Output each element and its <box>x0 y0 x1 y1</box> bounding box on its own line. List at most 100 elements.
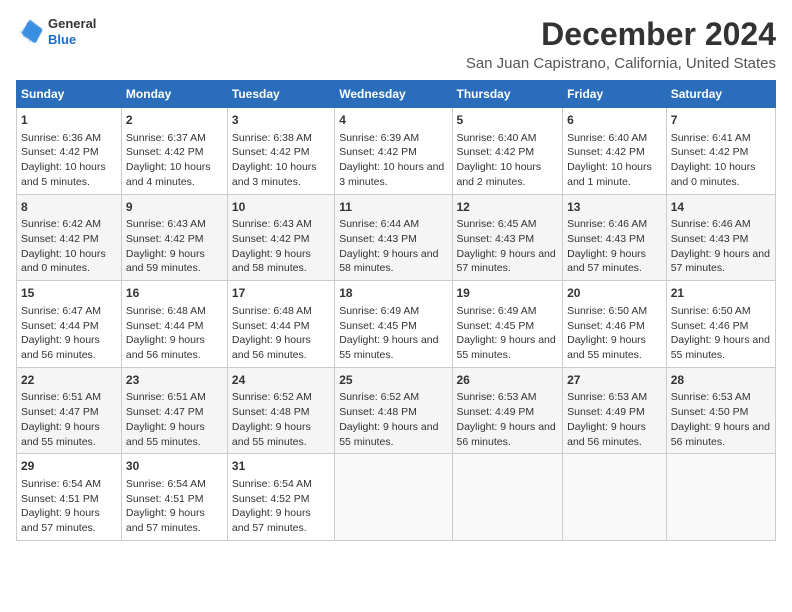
day-number: 30 <box>126 458 223 475</box>
day-number: 15 <box>21 285 117 302</box>
calendar-cell <box>335 454 452 541</box>
day-number: 17 <box>232 285 330 302</box>
day-number: 20 <box>567 285 662 302</box>
calendar-cell: 2Sunrise: 6:37 AMSunset: 4:42 PMDaylight… <box>121 108 227 195</box>
cell-info: Sunrise: 6:53 AM <box>671 390 771 405</box>
day-number: 9 <box>126 199 223 216</box>
calendar-cell: 31Sunrise: 6:54 AMSunset: 4:52 PMDayligh… <box>227 454 334 541</box>
day-number: 22 <box>21 372 117 389</box>
main-title: December 2024 <box>466 16 776 53</box>
col-header-wednesday: Wednesday <box>335 81 452 108</box>
cell-info: Sunset: 4:51 PM <box>21 492 117 507</box>
cell-info: Daylight: 9 hours and 55 minutes. <box>21 420 117 449</box>
cell-info: Sunrise: 6:43 AM <box>232 217 330 232</box>
calendar-cell: 11Sunrise: 6:44 AMSunset: 4:43 PMDayligh… <box>335 194 452 281</box>
cell-info: Sunrise: 6:50 AM <box>671 304 771 319</box>
subtitle: San Juan Capistrano, California, United … <box>466 55 776 72</box>
cell-info: Sunset: 4:44 PM <box>21 319 117 334</box>
calendar-cell: 12Sunrise: 6:45 AMSunset: 4:43 PMDayligh… <box>452 194 563 281</box>
cell-info: Daylight: 9 hours and 58 minutes. <box>339 247 447 276</box>
calendar-cell: 26Sunrise: 6:53 AMSunset: 4:49 PMDayligh… <box>452 367 563 454</box>
day-number: 10 <box>232 199 330 216</box>
cell-info: Sunset: 4:42 PM <box>21 145 117 160</box>
cell-info: Sunset: 4:42 PM <box>671 145 771 160</box>
day-number: 24 <box>232 372 330 389</box>
calendar-cell: 5Sunrise: 6:40 AMSunset: 4:42 PMDaylight… <box>452 108 563 195</box>
calendar-cell: 7Sunrise: 6:41 AMSunset: 4:42 PMDaylight… <box>666 108 775 195</box>
calendar-cell: 4Sunrise: 6:39 AMSunset: 4:42 PMDaylight… <box>335 108 452 195</box>
cell-info: Sunrise: 6:40 AM <box>567 131 662 146</box>
cell-info: Sunrise: 6:52 AM <box>339 390 447 405</box>
logo-text: General Blue <box>48 16 96 47</box>
cell-info: Sunset: 4:52 PM <box>232 492 330 507</box>
cell-info: Sunrise: 6:44 AM <box>339 217 447 232</box>
cell-info: Sunrise: 6:37 AM <box>126 131 223 146</box>
cell-info: Sunrise: 6:47 AM <box>21 304 117 319</box>
col-header-saturday: Saturday <box>666 81 775 108</box>
cell-info: Sunset: 4:42 PM <box>126 232 223 247</box>
calendar-cell: 18Sunrise: 6:49 AMSunset: 4:45 PMDayligh… <box>335 281 452 368</box>
day-number: 7 <box>671 112 771 129</box>
calendar-cell: 9Sunrise: 6:43 AMSunset: 4:42 PMDaylight… <box>121 194 227 281</box>
cell-info: Daylight: 9 hours and 57 minutes. <box>567 247 662 276</box>
logo-line2: Blue <box>48 32 76 47</box>
title-section: December 2024 San Juan Capistrano, Calif… <box>466 16 776 72</box>
cell-info: Sunset: 4:48 PM <box>232 405 330 420</box>
cell-info: Sunrise: 6:53 AM <box>567 390 662 405</box>
calendar-cell: 8Sunrise: 6:42 AMSunset: 4:42 PMDaylight… <box>17 194 122 281</box>
page-header: General Blue December 2024 San Juan Capi… <box>16 16 776 72</box>
day-number: 12 <box>457 199 559 216</box>
day-number: 11 <box>339 199 447 216</box>
cell-info: Sunset: 4:43 PM <box>567 232 662 247</box>
cell-info: Daylight: 10 hours and 4 minutes. <box>126 160 223 189</box>
logo: General Blue <box>16 16 96 47</box>
cell-info: Sunrise: 6:50 AM <box>567 304 662 319</box>
day-number: 8 <box>21 199 117 216</box>
day-number: 16 <box>126 285 223 302</box>
col-header-monday: Monday <box>121 81 227 108</box>
cell-info: Sunset: 4:45 PM <box>339 319 447 334</box>
calendar-cell: 15Sunrise: 6:47 AMSunset: 4:44 PMDayligh… <box>17 281 122 368</box>
calendar-cell <box>563 454 667 541</box>
cell-info: Daylight: 10 hours and 3 minutes. <box>339 160 447 189</box>
calendar-cell: 10Sunrise: 6:43 AMSunset: 4:42 PMDayligh… <box>227 194 334 281</box>
day-number: 14 <box>671 199 771 216</box>
cell-info: Sunrise: 6:41 AM <box>671 131 771 146</box>
day-number: 4 <box>339 112 447 129</box>
col-header-tuesday: Tuesday <box>227 81 334 108</box>
cell-info: Sunrise: 6:52 AM <box>232 390 330 405</box>
cell-info: Sunrise: 6:54 AM <box>21 477 117 492</box>
calendar-cell: 19Sunrise: 6:49 AMSunset: 4:45 PMDayligh… <box>452 281 563 368</box>
day-number: 2 <box>126 112 223 129</box>
cell-info: Sunrise: 6:46 AM <box>671 217 771 232</box>
day-number: 25 <box>339 372 447 389</box>
day-number: 23 <box>126 372 223 389</box>
calendar-table: SundayMondayTuesdayWednesdayThursdayFrid… <box>16 80 776 541</box>
cell-info: Daylight: 9 hours and 55 minutes. <box>126 420 223 449</box>
cell-info: Sunset: 4:46 PM <box>567 319 662 334</box>
cell-info: Daylight: 9 hours and 56 minutes. <box>232 333 330 362</box>
calendar-cell: 29 Sunrise: 6:54 AMSunset: 4:51 PMDayligh… <box>17 454 122 541</box>
calendar-cell <box>452 454 563 541</box>
cell-info: Sunset: 4:42 PM <box>232 145 330 160</box>
cell-info: Sunset: 4:42 PM <box>21 232 117 247</box>
calendar-cell: 16Sunrise: 6:48 AMSunset: 4:44 PMDayligh… <box>121 281 227 368</box>
day-number: 29 <box>21 458 117 475</box>
cell-info: Sunrise: 6:54 AM <box>232 477 330 492</box>
cell-info: Sunrise: 6:36 AM <box>21 131 117 146</box>
cell-info: Daylight: 9 hours and 55 minutes. <box>457 333 559 362</box>
cell-info: Sunrise: 6:49 AM <box>457 304 559 319</box>
cell-info: Sunset: 4:50 PM <box>671 405 771 420</box>
calendar-cell <box>666 454 775 541</box>
cell-info: Daylight: 10 hours and 0 minutes. <box>21 247 117 276</box>
cell-info: Sunset: 4:43 PM <box>457 232 559 247</box>
cell-info: Daylight: 9 hours and 57 minutes. <box>21 506 117 535</box>
cell-info: Sunset: 4:42 PM <box>457 145 559 160</box>
day-number: 5 <box>457 112 559 129</box>
cell-info: Daylight: 9 hours and 59 minutes. <box>126 247 223 276</box>
cell-info: Sunset: 4:42 PM <box>339 145 447 160</box>
cell-info: Daylight: 9 hours and 55 minutes. <box>339 333 447 362</box>
cell-info: Sunset: 4:44 PM <box>126 319 223 334</box>
cell-info: Daylight: 9 hours and 57 minutes. <box>457 247 559 276</box>
calendar-cell: 3Sunrise: 6:38 AMSunset: 4:42 PMDaylight… <box>227 108 334 195</box>
